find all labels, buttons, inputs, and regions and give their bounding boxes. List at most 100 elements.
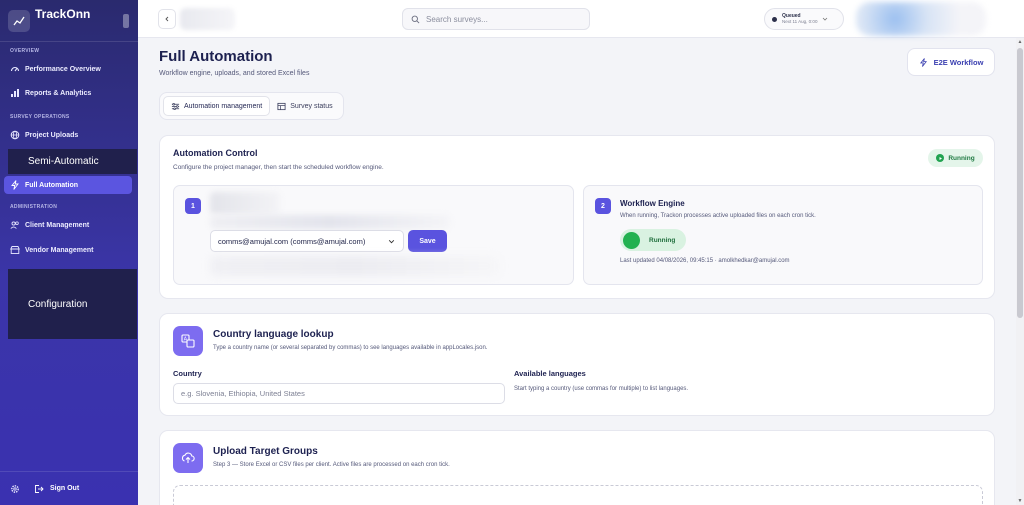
- sidebar-item-label: Reports & Analytics: [25, 89, 92, 97]
- queue-subtitle: Next 11 Aug, 0:00: [782, 19, 818, 24]
- page-subtitle: Workflow engine, uploads, and stored Exc…: [159, 70, 310, 77]
- brand[interactable]: TrackOnn: [0, 0, 138, 42]
- sidebar-item-full-automation[interactable]: Full Automation: [4, 176, 132, 194]
- available-languages-label: Available languages: [514, 369, 586, 378]
- automation-control-title: Automation Control: [173, 148, 258, 158]
- gear-icon[interactable]: [10, 484, 20, 494]
- redacted-description: [210, 215, 450, 229]
- country-lookup-card: A Country language lookup Type a country…: [159, 313, 995, 416]
- upload-target-groups-title: Upload Target Groups: [213, 446, 318, 457]
- bar-chart-icon: [10, 88, 20, 98]
- section-overview: OVERVIEW: [10, 48, 40, 54]
- chart-line-icon: [8, 9, 30, 32]
- sidebar-item-performance-overview[interactable]: Performance Overview: [4, 60, 132, 78]
- sidebar-item-label: Project Uploads: [25, 131, 79, 139]
- search-bar[interactable]: [402, 8, 590, 30]
- back-button[interactable]: [158, 9, 176, 29]
- status-badge: Running: [928, 149, 983, 167]
- automation-control-card: Automation Control Configure the project…: [159, 135, 995, 299]
- app-name: TrackOnn: [35, 6, 91, 21]
- redacted-title: [210, 192, 280, 214]
- store-icon: [10, 245, 20, 255]
- queue-status-dropdown[interactable]: Queued Next 11 Aug, 0:00: [764, 8, 844, 30]
- sidebar-item-label: Client Management: [25, 221, 90, 229]
- sign-out-button[interactable]: Sign Out: [34, 484, 79, 494]
- e2e-workflow-button[interactable]: E2E Workflow: [907, 48, 995, 76]
- page-scrollbar[interactable]: ▲ ▼: [1016, 38, 1024, 505]
- tab-label: Automation management: [184, 102, 263, 110]
- step-number: 1: [185, 198, 201, 214]
- translate-icon: A: [173, 326, 203, 356]
- country-lookup-title: Country language lookup: [213, 329, 334, 340]
- user-profile-redacted[interactable]: [856, 2, 986, 36]
- last-updated-text: Last updated 04/08/2026, 09:45:15 · amol…: [620, 258, 790, 264]
- step-number: 2: [595, 198, 611, 214]
- tab-label: Survey status: [290, 102, 333, 110]
- gauge-icon: [10, 64, 20, 74]
- scroll-up-arrow[interactable]: ▲: [1017, 39, 1023, 45]
- sign-out-icon: [34, 484, 44, 494]
- table-icon: [277, 102, 286, 111]
- sliders-icon: [171, 102, 180, 111]
- save-button[interactable]: Save: [408, 230, 447, 252]
- sidebar-item-client-management[interactable]: Client Management: [4, 216, 132, 234]
- project-manager-select[interactable]: comms@amujal.com (comms@amujal.com): [210, 230, 404, 252]
- sidebar: TrackOnn OVERVIEW Performance Overview R…: [0, 0, 138, 505]
- chevron-left-icon: [164, 16, 170, 22]
- country-input[interactable]: [173, 383, 505, 404]
- configuration-tooltip[interactable]: Configuration: [8, 269, 137, 339]
- sidebar-footer: Sign Out: [0, 471, 138, 505]
- breadcrumb-redacted: [180, 8, 235, 30]
- tab-automation-management[interactable]: Automation management: [163, 96, 271, 116]
- chevron-down-icon: [388, 238, 395, 245]
- globe-icon: [10, 130, 20, 140]
- sidebar-collapse-button[interactable]: [123, 14, 129, 28]
- workflow-engine-toggle[interactable]: Running: [620, 229, 686, 251]
- lightning-icon: [10, 180, 20, 190]
- sidebar-item-vendor-management[interactable]: Vendor Management: [4, 241, 132, 259]
- sidebar-item-reports-analytics[interactable]: Reports & Analytics: [4, 84, 132, 102]
- sidebar-item-project-uploads[interactable]: Project Uploads: [4, 126, 132, 144]
- toggle-label: Running: [649, 236, 676, 244]
- top-bar: Queued Next 11 Aug, 0:00: [138, 0, 1024, 38]
- queue-status-text: Queued Next 11 Aug, 0:00: [782, 13, 817, 25]
- play-icon: [936, 154, 945, 162]
- workflow-engine-panel: 2 Workflow Engine When running, Trackon …: [583, 185, 983, 285]
- status-badge-label: Running: [948, 154, 975, 162]
- tab-survey-status[interactable]: Survey status: [270, 96, 339, 116]
- users-icon: [10, 220, 20, 230]
- svg-text:A: A: [184, 337, 188, 343]
- main-content: Full Automation Workflow engine, uploads…: [138, 38, 1016, 505]
- upload-target-groups-subtitle: Step 3 — Store Excel or CSV files per cl…: [213, 462, 450, 468]
- e2e-workflow-label: E2E Workflow: [933, 57, 984, 67]
- workflow-engine-description: When running, Trackon processes active u…: [620, 213, 816, 219]
- semi-automatic-tooltip[interactable]: Semi-Automatic: [8, 149, 137, 174]
- lightning-icon: [919, 57, 928, 67]
- file-dropzone[interactable]: [173, 485, 983, 505]
- search-icon: [411, 15, 420, 24]
- sidebar-item-label: Full Automation: [25, 181, 79, 189]
- scroll-thumb[interactable]: [1017, 48, 1023, 318]
- toggle-knob: [623, 231, 640, 249]
- sign-out-label: Sign Out: [50, 485, 80, 492]
- project-manager-panel: 1 comms@amujal.com (comms@amujal.com) Sa…: [173, 185, 574, 285]
- cloud-upload-icon: [173, 443, 203, 473]
- section-administration: ADMINISTRATION: [10, 204, 58, 210]
- sidebar-item-label: Vendor Management: [25, 246, 94, 254]
- chevron-down-icon: [821, 15, 829, 23]
- automation-control-subtitle: Configure the project manager, then star…: [173, 164, 384, 171]
- queue-status-dot: [772, 16, 777, 22]
- project-manager-value: comms@amujal.com (comms@amujal.com): [218, 236, 366, 246]
- workflow-engine-title: Workflow Engine: [620, 199, 685, 208]
- country-label: Country: [173, 369, 202, 378]
- redacted-footer: [210, 256, 500, 276]
- upload-target-groups-card: Upload Target Groups Step 3 — Store Exce…: [159, 430, 995, 505]
- available-languages-help: Start typing a country (use commas for m…: [514, 386, 689, 392]
- search-input[interactable]: [426, 14, 576, 24]
- sidebar-item-label: Performance Overview: [25, 65, 101, 73]
- scroll-down-arrow[interactable]: ▼: [1017, 498, 1023, 504]
- tabs: Automation management Survey status: [159, 92, 344, 120]
- page-title: Full Automation: [159, 48, 273, 65]
- country-lookup-subtitle: Type a country name (or several separate…: [213, 345, 488, 351]
- section-survey-operations: SURVEY OPERATIONS: [10, 114, 70, 120]
